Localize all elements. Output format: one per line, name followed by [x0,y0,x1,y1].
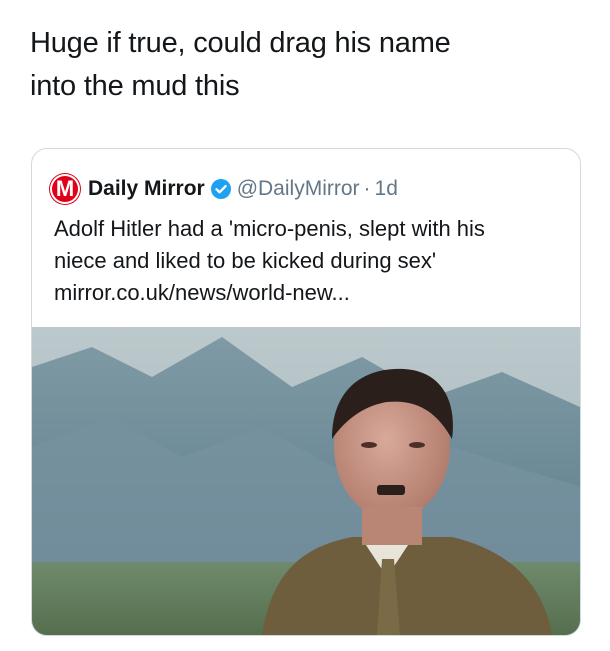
separator-dot: · [363,177,371,200]
logo-letter: M [55,176,75,201]
portrait-photo [32,327,580,635]
timestamp[interactable]: 1d [375,177,398,201]
tweet-text-line: Huge if true, could drag his name [30,27,451,59]
quoted-tweet-card[interactable]: M Daily Mirror @DailyMirror · 1d Adolf H… [31,148,581,636]
daily-mirror-logo[interactable]: M [50,174,80,204]
article-link[interactable]: mirror.co.uk/news/world-new... [54,277,564,309]
display-name[interactable]: Daily Mirror [88,177,205,201]
quoted-text-line: niece and liked to be kicked during sex' [54,248,437,273]
quoted-tweet-header: M Daily Mirror @DailyMirror · 1d [50,174,398,204]
handle[interactable]: @DailyMirror [237,177,360,201]
quoted-text-line: Adolf Hitler had a 'micro-penis, slept w… [54,216,485,241]
tweet-text: Huge if true, could drag his name into t… [30,22,590,108]
verified-badge-icon [210,179,231,199]
tweet-media-image[interactable] [32,327,580,635]
tweet-text-line: into the mud this [30,70,240,102]
quoted-tweet-text: Adolf Hitler had a 'micro-penis, slept w… [54,213,564,309]
